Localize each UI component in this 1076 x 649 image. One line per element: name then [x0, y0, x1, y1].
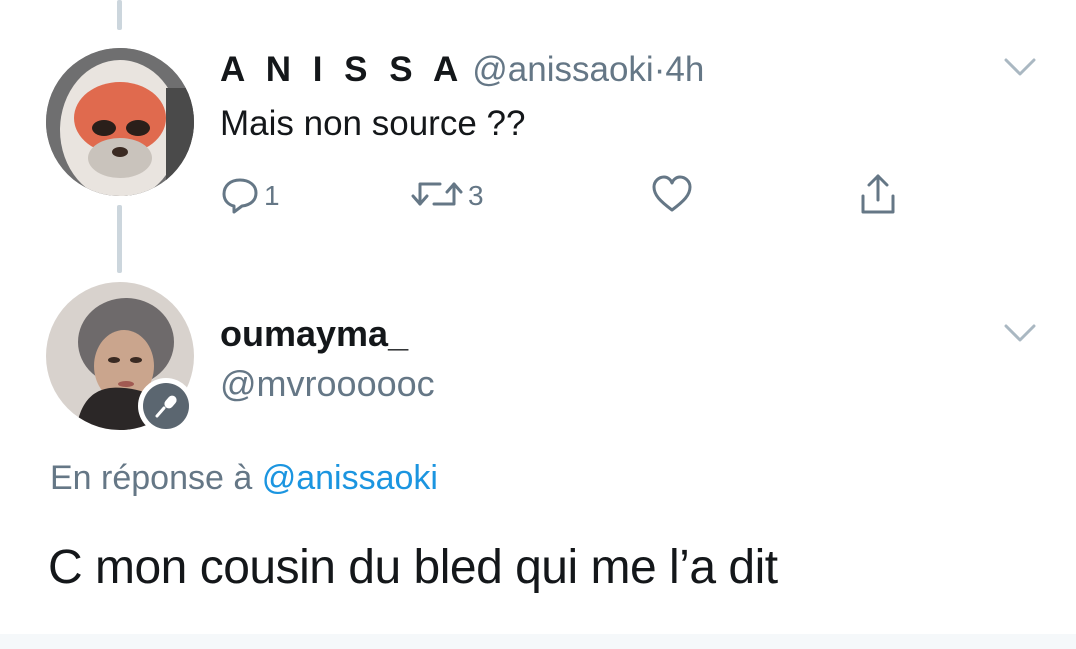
microphone-icon: [143, 383, 189, 429]
tweet1-separator: ·: [653, 50, 666, 89]
reply-icon: [220, 174, 260, 219]
thread-line-middle: [117, 205, 122, 273]
retweet-button[interactable]: 3: [410, 174, 484, 218]
retweet-icon: [410, 174, 464, 219]
tweet1-text: Mais non source ??: [220, 104, 526, 143]
chevron-down-icon[interactable]: [1003, 322, 1037, 344]
reply-button[interactable]: 1: [220, 174, 280, 218]
share-icon: [858, 172, 898, 221]
like-button[interactable]: [650, 174, 694, 218]
like-icon: [650, 174, 694, 219]
tweet1-avatar[interactable]: [46, 48, 194, 196]
reply-mention-link[interactable]: @anissaoki: [262, 459, 438, 497]
tweet1-timestamp[interactable]: 4h: [665, 50, 704, 89]
tweet1-display-name[interactable]: A N I S S A: [220, 50, 464, 89]
tweet2-text: C mon cousin du bled qui me l’a dit: [48, 541, 778, 594]
share-button[interactable]: [858, 174, 898, 218]
thread-line-top: [117, 0, 122, 30]
reply-context: En réponse à @anissaoki: [50, 458, 438, 498]
tweet2-handle[interactable]: @mvroooooc: [220, 364, 435, 404]
reply-count: 1: [264, 180, 280, 211]
tweet1-header: A N I S S A @anissaoki·4h: [220, 50, 704, 90]
bottom-divider: [0, 634, 1076, 649]
tweet2-display-name[interactable]: oumayma_: [220, 314, 408, 354]
chevron-down-icon[interactable]: [1003, 56, 1037, 78]
audio-badge: [138, 378, 194, 434]
tweet1-handle[interactable]: @anissaoki: [472, 50, 653, 89]
reply-prefix: En réponse à: [50, 459, 253, 497]
retweet-count: 3: [468, 180, 484, 211]
